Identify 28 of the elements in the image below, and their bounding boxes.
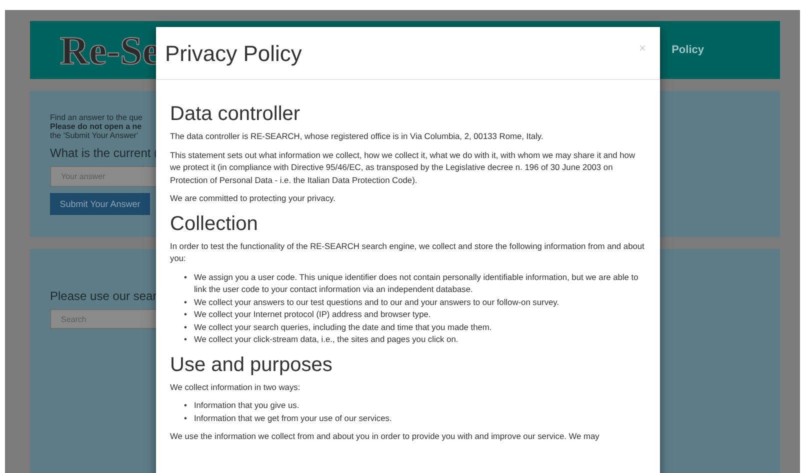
search-prompt: Please use our sear	[50, 289, 157, 304]
bullet: •	[184, 320, 187, 333]
bullet: •	[184, 308, 187, 320]
instruction-text: Find an answer to the que	[50, 113, 143, 122]
bullet: •	[184, 399, 187, 412]
logo: Re-Se	[60, 26, 160, 74]
list-item: We assign you a user code. This unique identifier does not contain personally identifiable information, but we are able to link the user code to your contact information via an independent database.	[194, 270, 640, 296]
paragraph: We are committed to protecting your privacy.	[170, 192, 336, 204]
instruction-text: Please do not open a ne	[50, 122, 142, 132]
bullet: •	[184, 333, 187, 346]
list-item: Information that we get from your use of our services.	[194, 412, 392, 424]
list-item: We collect your click-stream data, i.e., the sites and pages you click on.	[194, 333, 458, 346]
bullet: •	[184, 270, 187, 284]
paragraph: In order to test the functionality of the RE-SEARCH search engine, we collect and store the following information from and about you:	[170, 240, 646, 264]
instruction-text: the 'Submit Your Answer'	[50, 131, 138, 140]
nav-link[interactable]: Policy	[672, 44, 704, 56]
paragraph: The data controller is RE-SEARCH, whose registered office is in Via Columbia, 2, 00133 Rome, Italy.	[170, 130, 544, 142]
paragraph: We use the information we collect from and about you in order to provide you with and improve our service. We may	[170, 430, 600, 442]
paragraph: We collect information in two ways:	[170, 380, 302, 393]
section-heading: Data controller	[170, 103, 302, 125]
section-heading: Collection	[170, 212, 259, 234]
section-heading: Use and purposes	[170, 354, 334, 376]
bullet: •	[184, 412, 187, 424]
list-item: We collect your answers to our test questions and to our and your answers to our follow-on survey.	[194, 296, 560, 308]
submit-button[interactable]: Submit Your Answer	[50, 193, 150, 216]
bullet: •	[184, 296, 187, 308]
dialog-title: Privacy Policy	[165, 41, 302, 67]
list-item: Information that you give us.	[194, 399, 300, 412]
